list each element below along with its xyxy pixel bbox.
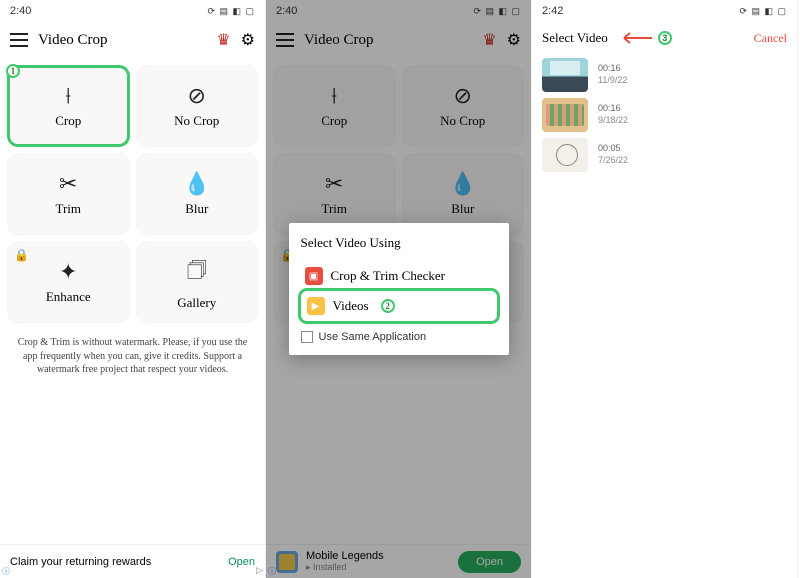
tile-label: Gallery (177, 295, 216, 311)
gallery-icon: 🗇 (187, 253, 207, 291)
step-badge-3: 3 (658, 31, 672, 45)
tile-label: No Crop (174, 113, 219, 129)
lock-icon: 🔒 (14, 248, 29, 263)
tile-label: Enhance (46, 289, 91, 305)
tile-crop[interactable]: 1 ⟊ Crop (8, 66, 129, 146)
select-video-dialog: Select Video Using ▣ Crop & Trim Checker… (289, 223, 509, 355)
cancel-button[interactable]: Cancel (754, 31, 787, 46)
app-title: Video Crop (38, 32, 206, 49)
dialog-option-crop-trim[interactable]: ▣ Crop & Trim Checker (301, 261, 497, 291)
tile-label: Crop (55, 113, 81, 129)
app-icon-crop: ▣ (305, 267, 323, 285)
page-title: Select Video (542, 30, 608, 46)
clock: 2:42 (542, 5, 563, 17)
app-bar: Video Crop ♛ ⚙ (0, 22, 265, 58)
tile-enhance[interactable]: 🔒 ✦ Enhance (8, 242, 129, 322)
status-icons: ⟳ ▤ ◧ ▢ (739, 6, 787, 17)
enhance-icon: ✦ (59, 259, 77, 285)
tile-label: Blur (185, 201, 208, 217)
video-item[interactable]: 00:05 7/26/22 (542, 138, 787, 172)
status-bar: 2:42 ⟳ ▤ ◧ ▢ (532, 0, 797, 22)
screen-2: 2:40 ⟳ ▤ ◧ ▢ Video Crop ♛ ⚙ ⟊ Crop ⊘ No … (266, 0, 532, 578)
app-icon-videos: ▶ (307, 297, 325, 315)
video-item[interactable]: 00:16 11/9/22 (542, 58, 787, 92)
video-thumb (542, 138, 588, 172)
clock: 2:40 (10, 5, 31, 17)
video-meta: 00:16 11/9/22 (598, 63, 627, 86)
premium-icon[interactable]: ♛ (216, 30, 230, 50)
ad-close-icon[interactable]: ▷ (256, 565, 263, 576)
option-label: Videos (333, 298, 369, 314)
menu-icon[interactable] (10, 33, 28, 47)
modal-scrim[interactable]: Select Video Using ▣ Crop & Trim Checker… (266, 0, 531, 578)
step-badge-2: 2 (381, 299, 395, 313)
select-video-bar: Select Video 3 Cancel (532, 22, 797, 54)
video-meta: 00:16 9/18/22 (598, 103, 628, 126)
tile-nocrop[interactable]: ⊘ No Crop (137, 66, 258, 146)
dialog-title: Select Video Using (301, 235, 497, 251)
checkbox-label: Use Same Application (319, 331, 427, 343)
dialog-option-videos[interactable]: ▶ Videos 2 (301, 291, 497, 321)
video-duration: 00:16 (598, 63, 627, 75)
video-duration: 00:05 (598, 143, 628, 155)
video-duration: 00:16 (598, 103, 628, 115)
video-meta: 00:05 7/26/22 (598, 143, 628, 166)
footer-description: Crop & Trim is without watermark. Please… (0, 330, 265, 383)
ad-text: Claim your returning rewards (10, 556, 151, 568)
video-thumb (542, 98, 588, 132)
arrow-annotation-icon (618, 32, 652, 44)
video-item[interactable]: 00:16 9/18/22 (542, 98, 787, 132)
ad-open-button[interactable]: Open (228, 556, 255, 568)
screen-1: 2:40 ⟳ ▤ ◧ ▢ Video Crop ♛ ⚙ 1 ⟊ Crop ⊘ N… (0, 0, 266, 578)
crop-icon: ⟊ (65, 83, 71, 109)
status-bar: 2:40 ⟳ ▤ ◧ ▢ (0, 0, 265, 22)
settings-icon[interactable]: ⚙ (241, 30, 255, 50)
tile-label: Trim (55, 201, 81, 217)
video-date: 7/26/22 (598, 155, 628, 167)
use-same-app-row[interactable]: Use Same Application (301, 331, 497, 343)
nocrop-icon: ⊘ (188, 83, 206, 109)
tool-grid: 1 ⟊ Crop ⊘ No Crop ✂ Trim 💧 Blur 🔒 ✦ Enh… (0, 58, 265, 330)
blur-icon: 💧 (183, 171, 210, 197)
tile-trim[interactable]: ✂ Trim (8, 154, 129, 234)
video-date: 11/9/22 (598, 75, 627, 87)
video-date: 9/18/22 (598, 115, 628, 127)
video-list: 00:16 11/9/22 00:16 9/18/22 00:05 7/26/2… (532, 54, 797, 176)
ad-info-icon[interactable]: ⓘ (2, 568, 10, 576)
ad-row[interactable]: ⓘ Claim your returning rewards Open ▷ (0, 544, 265, 578)
trim-icon: ✂ (59, 171, 77, 197)
option-label: Crop & Trim Checker (331, 268, 445, 284)
video-thumb (542, 58, 588, 92)
tile-gallery[interactable]: 🗇 Gallery (137, 242, 258, 322)
checkbox-icon[interactable] (301, 331, 313, 343)
status-icons: ⟳ ▤ ◧ ▢ (207, 6, 255, 17)
step-badge-1: 1 (6, 64, 20, 78)
screen-3: 2:42 ⟳ ▤ ◧ ▢ Select Video 3 Cancel 00:16… (532, 0, 798, 578)
tile-blur[interactable]: 💧 Blur (137, 154, 258, 234)
